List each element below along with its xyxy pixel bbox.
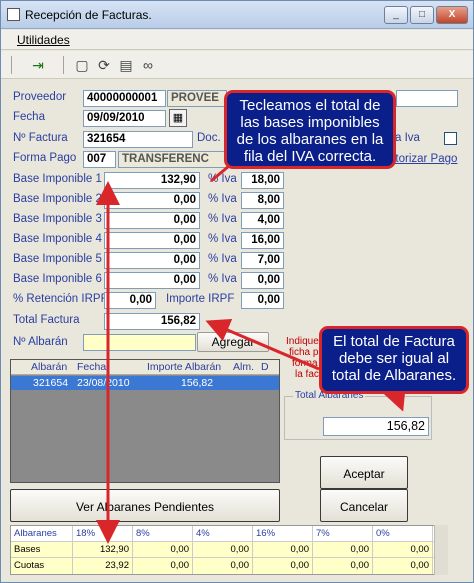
callout-top: Tecleamos el total de las bases imponibl… [224,90,396,169]
arrow-top-callout [210,164,230,183]
annotation-arrows [96,164,406,544]
callout-right: El total de Factura debe ser igual al to… [319,326,469,394]
invoice-window: Recepción de Facturas. _ □ X Utilidades … [0,0,474,583]
arrow-to-total [205,319,320,371]
arrow-to-albaranes [383,384,406,412]
